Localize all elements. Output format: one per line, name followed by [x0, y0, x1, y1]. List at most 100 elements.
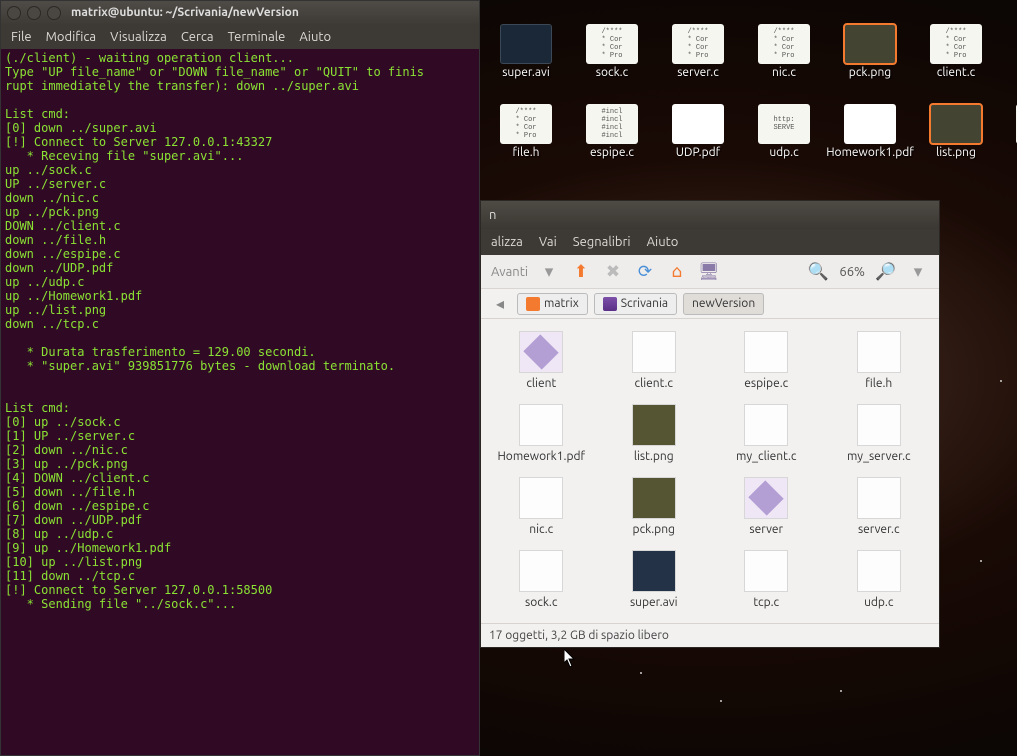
file-item[interactable]: server.c [825, 473, 934, 540]
file-item[interactable]: nic.c [487, 473, 596, 540]
file-label: server.c [858, 523, 900, 536]
file-label: sock.c [525, 596, 557, 609]
terminal-titlebar[interactable]: matrix@ubuntu: ~/Scrivania/newVersion [1, 1, 479, 25]
desktop-icon-label: file.h [512, 146, 539, 159]
file-item[interactable]: my_client.c [712, 400, 821, 467]
terminal-menu-item[interactable]: Aiuto [299, 30, 331, 44]
chevron-down-icon[interactable]: ▾ [907, 261, 929, 283]
window-min-icon[interactable] [27, 6, 41, 20]
desktop-icon-label: nic.c [772, 66, 796, 79]
fm-statusbar: 17 oggetti, 3,2 GB di spazio libero [481, 623, 939, 647]
terminal-menu-item[interactable]: Terminale [228, 30, 286, 44]
file-icon: /**** * Cor * Cor * Pro [672, 24, 724, 64]
desktop-icon[interactable]: super.avi [490, 24, 562, 79]
fm-menu-item[interactable]: Vai [539, 235, 557, 249]
file-item[interactable]: server [712, 473, 821, 540]
fm-title-suffix: n [489, 208, 496, 222]
fm-pathbar: ◂ matrix Scrivania newVersion [481, 289, 939, 319]
file-item[interactable]: list.png [600, 400, 709, 467]
computer-icon[interactable]: 🖥 [698, 261, 720, 283]
desktop-icon[interactable]: /**** * Cor * Cor * Profile.h [490, 104, 562, 159]
file-label: my_server.c [847, 450, 911, 463]
desktop-icon[interactable]: /**** * Cor * Cor * Pro nic.c [748, 24, 820, 79]
mouse-cursor-icon [564, 649, 578, 669]
file-item[interactable]: espipe.c [712, 327, 821, 394]
file-icon: /**** * Cor * Cor * Pro [758, 24, 810, 64]
terminal-menu-item[interactable]: Cerca [181, 30, 214, 44]
file-item[interactable]: sock.c [487, 546, 596, 613]
desktop-icon[interactable]: #incl #incl #incl #inclespipe.c [576, 104, 648, 159]
desktop-icon[interactable]: list.png [920, 104, 992, 159]
file-icon [519, 477, 563, 519]
path-button-home[interactable]: matrix [517, 293, 588, 315]
file-label: espipe.c [744, 377, 788, 390]
fm-menu-item[interactable]: Segnalibri [573, 235, 631, 249]
home-icon[interactable]: ⌂ [666, 261, 688, 283]
reload-icon[interactable]: ⟳ [634, 261, 656, 283]
window-close-icon[interactable] [7, 6, 21, 20]
desktop-icon-label: pck.png [849, 66, 891, 79]
file-icon [500, 24, 552, 64]
desktop-icon-label: list.png [936, 146, 976, 159]
desktop-icon[interactable]: #incl #incl #incl #incltcp.c [1006, 104, 1017, 159]
terminal-content[interactable]: (./client) - waiting operation client...… [1, 49, 479, 613]
file-icon [844, 104, 896, 144]
path-button-current[interactable]: newVersion [683, 293, 764, 315]
file-label: tcp.c [753, 596, 779, 609]
terminal-menu-item[interactable]: Modifica [46, 30, 96, 44]
zoom-out-icon[interactable]: 🔍 [807, 261, 829, 283]
file-item[interactable]: my_server.c [825, 400, 934, 467]
file-icon [632, 404, 676, 446]
chevron-down-icon[interactable]: ▾ [538, 261, 560, 283]
path-button-desktop[interactable]: Scrivania [594, 293, 677, 315]
file-item[interactable]: client.c [600, 327, 709, 394]
fm-menu-item[interactable]: Aiuto [647, 235, 679, 249]
fm-titlebar[interactable]: n [481, 201, 939, 229]
file-icon [744, 550, 788, 592]
file-icon [519, 550, 563, 592]
file-label: my_client.c [736, 450, 797, 463]
desktop-icon[interactable]: /**** * Cor * Cor * Proclient.c [920, 24, 992, 79]
fm-forward-label[interactable]: Avanti [491, 265, 528, 279]
terminal-menu-item[interactable]: File [11, 30, 32, 44]
file-label: Homework1.pdf [497, 450, 585, 463]
window-max-icon[interactable] [47, 6, 61, 20]
desktop-icon[interactable]: UDP.pdf [662, 104, 734, 159]
file-icon: /**** * Cor * Cor * Pro [586, 24, 638, 64]
file-icon [672, 104, 724, 144]
file-icon [857, 550, 901, 592]
desktop-icon[interactable]: Homework1.pdf [834, 104, 906, 159]
up-arrow-icon[interactable]: ⬆ [570, 261, 592, 283]
zoom-in-icon[interactable]: 🔎 [875, 261, 897, 283]
desktop-icon[interactable]: /**** * Cor * Cor * Prosock.c [576, 24, 648, 79]
stop-icon[interactable]: ✖ [602, 261, 624, 283]
file-label: client.c [635, 377, 673, 390]
terminal-menu-item[interactable]: Visualizza [110, 30, 167, 44]
file-icon [857, 331, 901, 373]
file-label: super.avi [630, 596, 678, 609]
path-back-icon[interactable]: ◂ [489, 294, 511, 313]
file-item[interactable]: Homework1.pdf [487, 400, 596, 467]
desktop-icon[interactable]: http: SERVEudp.c [748, 104, 820, 159]
file-icon [857, 477, 901, 519]
zoom-level: 66% [839, 265, 865, 279]
fm-menu-item[interactable]: alizza [491, 235, 523, 249]
terminal-window: matrix@ubuntu: ~/Scrivania/newVersion Fi… [0, 0, 480, 756]
file-icon [857, 404, 901, 446]
file-item[interactable]: pck.png [600, 473, 709, 540]
desktop-icon-label: udp.c [769, 146, 798, 159]
desktop-icon-label: Homework1.pdf [826, 146, 914, 159]
fm-file-area[interactable]: client client.c espipe.c file.h Homework1.pd… [481, 319, 939, 623]
desktop-row-1: super.avi/**** * Cor * Cor * Prosock.c/*… [490, 24, 992, 79]
desktop-icon-label: super.avi [502, 66, 550, 79]
file-item[interactable]: tcp.c [712, 546, 821, 613]
file-item[interactable]: client [487, 327, 596, 394]
file-icon [930, 104, 982, 144]
desktop-icon[interactable]: pck.png [834, 24, 906, 79]
terminal-title: matrix@ubuntu: ~/Scrivania/newVersion [71, 6, 299, 20]
desktop-icon[interactable]: /**** * Cor * Cor * Proserver.c [662, 24, 734, 79]
file-item[interactable]: super.avi [600, 546, 709, 613]
fm-toolbar: Avanti ▾ ⬆ ✖ ⟳ ⌂ 🖥 🔍 66% 🔎 ▾ [481, 255, 939, 289]
file-item[interactable]: udp.c [825, 546, 934, 613]
file-item[interactable]: file.h [825, 327, 934, 394]
